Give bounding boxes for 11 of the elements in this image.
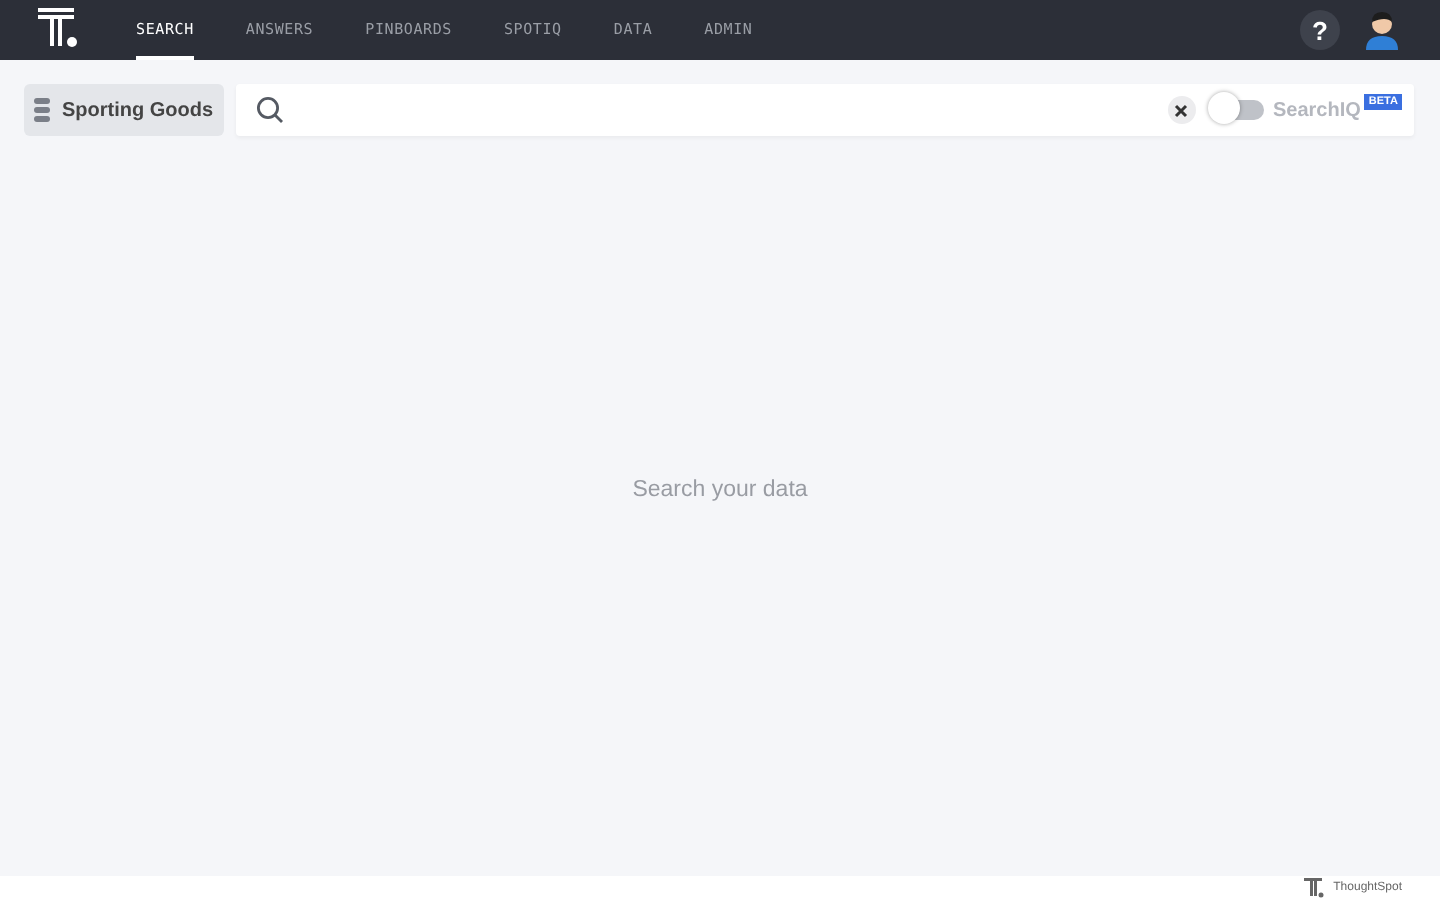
search-icon — [255, 96, 284, 124]
data-source-button[interactable]: Sporting Goods — [24, 84, 224, 136]
logo-icon — [1303, 878, 1324, 898]
database-icon — [34, 98, 50, 122]
logo-icon[interactable] — [38, 8, 78, 48]
avatar-icon[interactable] — [1364, 10, 1400, 50]
clear-button[interactable] — [1167, 96, 1195, 124]
close-icon — [1174, 103, 1188, 117]
empty-state-message: Search your data — [632, 478, 808, 502]
help-button[interactable]: ? — [1300, 10, 1340, 50]
searchiq-label: SearchIQ — [1273, 99, 1361, 121]
